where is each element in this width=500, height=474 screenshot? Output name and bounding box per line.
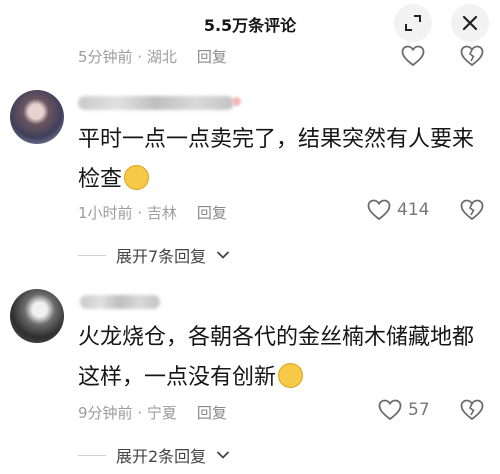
comment-location: 吉林 — [146, 204, 177, 222]
username-blurred[interactable] — [80, 295, 160, 309]
like-button[interactable]: 414 — [367, 199, 429, 221]
expand-icon — [405, 15, 421, 31]
comment-time: 1小时前 — [78, 204, 133, 222]
comment-body: 火龙烧仓，各朝各代的金丝楠木储藏地都这样，一点没有创新 — [78, 325, 475, 390]
dislike-button[interactable] — [460, 199, 484, 221]
comment-time: 9分钟前 — [78, 404, 133, 422]
user-badge — [232, 97, 241, 106]
divider — [78, 254, 106, 256]
dislike-button[interactable] — [460, 45, 484, 67]
chevron-down-icon — [217, 451, 230, 459]
comments-panel: 5.5万条评论 5分钟前 · 湖北 回复 平时一点一点卖完了，结果突然有人要来检查… — [0, 0, 500, 474]
broken-heart-icon — [460, 399, 484, 421]
heart-icon — [378, 399, 402, 421]
expand-replies-button[interactable]: 展开7条回复 — [78, 243, 230, 267]
comment-text: 火龙烧仓，各朝各代的金丝楠木储藏地都这样，一点没有创新 — [78, 318, 486, 398]
shy-face-icon — [124, 165, 150, 190]
comment-time: 5分钟前 — [78, 48, 133, 66]
reply-button[interactable]: 回复 — [197, 204, 227, 222]
close-icon — [462, 15, 478, 31]
expand-panel-button[interactable] — [394, 4, 432, 42]
chevron-down-icon — [217, 251, 230, 259]
comment-meta: 9分钟前 · 宁夏 回复 — [78, 404, 227, 422]
username-blurred[interactable] — [78, 96, 234, 110]
like-count: 57 — [408, 400, 430, 420]
like-count: 414 — [397, 200, 430, 220]
broken-heart-icon — [460, 45, 484, 67]
avatar[interactable] — [10, 90, 64, 144]
comment-location: 宁夏 — [146, 404, 177, 422]
comment-meta: 1小时前 · 吉林 回复 — [78, 204, 227, 222]
expand-replies-label: 展开7条回复 — [116, 247, 207, 266]
broken-heart-icon — [460, 199, 484, 221]
close-button[interactable] — [451, 4, 489, 42]
divider — [78, 454, 106, 456]
like-button[interactable] — [401, 45, 425, 67]
laughing-tears-icon — [278, 363, 304, 388]
reply-button[interactable]: 回复 — [197, 48, 227, 66]
expand-replies-button[interactable]: 展开2条回复 — [78, 443, 230, 467]
heart-icon — [401, 45, 425, 67]
comment-location: 湖北 — [146, 48, 177, 66]
comment-text: 平时一点一点卖完了，结果突然有人要来检查 — [78, 120, 486, 200]
heart-icon — [367, 199, 391, 221]
reply-button[interactable]: 回复 — [197, 404, 227, 422]
like-button[interactable]: 57 — [378, 399, 430, 421]
expand-replies-label: 展开2条回复 — [116, 447, 207, 466]
top-comment-meta: 5分钟前 · 湖北 回复 — [78, 48, 227, 66]
dislike-button[interactable] — [460, 399, 484, 421]
avatar[interactable] — [10, 289, 64, 343]
